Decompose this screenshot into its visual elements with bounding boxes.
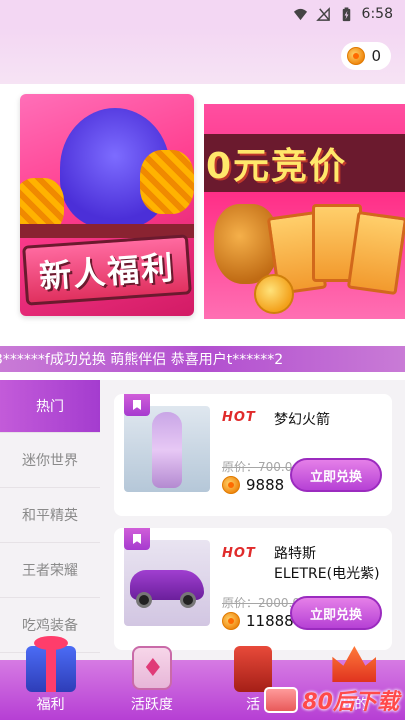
category-hot[interactable]: 热门 (0, 380, 100, 433)
category-label: 迷你世界 (22, 453, 78, 469)
banner-title-box: 新人福利 (22, 234, 192, 306)
product-price: 9888 (246, 476, 285, 494)
watermark-logo (264, 687, 299, 713)
car-wheel (180, 592, 196, 608)
marquee-band: 3******f成功兑换 萌熊伴侣 恭喜用户t******2 (0, 346, 405, 372)
category-peace-elite[interactable]: 和平精英 (0, 488, 100, 543)
redeem-notice-marquee: 3******f成功兑换 萌熊伴侣 恭喜用户t******2 (0, 340, 405, 380)
price-row: 9888 (222, 476, 284, 494)
banner-right-title: 0元竞价 (206, 146, 348, 187)
category-mini-world[interactable]: 迷你世界 (0, 433, 100, 488)
car-wheel (136, 592, 152, 608)
price-row: 11888 (222, 612, 294, 630)
corn-illustration (140, 150, 194, 214)
status-time: 6:58 (361, 6, 393, 22)
gold-coin-illustration (254, 274, 294, 314)
original-price: 原价：2000.0 (222, 596, 300, 610)
watermark-text: 80后下载 (302, 690, 399, 715)
tab-label: 活跃度 (130, 697, 173, 713)
coin-count: 0 (371, 47, 381, 65)
coin-icon (222, 612, 240, 630)
battery-icon (342, 6, 350, 21)
category-sidebar: 热门 迷你世界 和平精英 王者荣耀 吃鸡装备 (0, 380, 100, 660)
category-label: 热门 (36, 399, 64, 415)
category-label: 王者荣耀 (22, 563, 78, 579)
hot-tag: HOT (222, 410, 256, 425)
watermark: 80后下载 (235, 680, 405, 720)
money-bag-illustration (214, 204, 278, 284)
banner-newcomer[interactable]: 新人福利 (20, 94, 194, 316)
tab-label: 福利 (36, 697, 65, 713)
banner-title-strip: 0元竞价 (204, 134, 405, 192)
product-name: 路特斯ELETRE(电光紫) (274, 546, 380, 582)
original-price: 原价：700.0 (222, 460, 293, 474)
marquee-text: 3******f成功兑换 萌熊伴侣 恭喜用户t******2 (0, 352, 284, 368)
product-name: 梦幻火箭 (274, 412, 330, 428)
hot-tag: HOT (222, 546, 256, 561)
redeem-button[interactable]: 立即兑换 (290, 596, 382, 630)
banner-carousel[interactable]: 新人福利 0元竞价 (0, 84, 405, 340)
card-illustration (346, 210, 405, 296)
bookmark-icon (124, 528, 150, 550)
product-price: 11888 (246, 612, 294, 630)
banner-left-title: 新人福利 (37, 248, 177, 296)
category-honor-of-kings[interactable]: 王者荣耀 (0, 543, 100, 598)
category-label: 吃鸡装备 (22, 618, 78, 634)
top-header: 0 (0, 28, 405, 84)
product-card[interactable]: HOT 路特斯ELETRE(电光紫) 原价：2000.0 11888 立即兑换 (114, 528, 392, 650)
activity-icon (131, 646, 172, 690)
gift-icon (25, 636, 76, 692)
category-label: 和平精英 (22, 508, 78, 524)
status-bar: 6:58 (0, 0, 405, 28)
redeem-button[interactable]: 立即兑换 (290, 458, 382, 492)
coin-icon (347, 47, 366, 65)
bookmark-icon (124, 394, 150, 416)
character-figure (152, 412, 182, 488)
wifi-icon (293, 8, 307, 20)
product-list: HOT 梦幻火箭 原价：700.0 9888 立即兑换 HOT 路特斯ELETR… (100, 380, 405, 660)
tab-activity[interactable]: 活跃度 (101, 646, 202, 720)
bottom-tab-bar: 福利 活跃度 活 我的 80后下载 (0, 636, 405, 720)
tab-welfare[interactable]: 福利 (0, 636, 101, 720)
coin-balance[interactable]: 0 (341, 42, 391, 70)
product-card[interactable]: HOT 梦幻火箭 原价：700.0 9888 立即兑换 (114, 394, 392, 516)
coin-icon (222, 476, 240, 494)
banner-auction[interactable]: 0元竞价 (204, 104, 405, 319)
signal-icon (315, 6, 330, 21)
product-image (124, 406, 210, 492)
product-image (124, 540, 210, 626)
